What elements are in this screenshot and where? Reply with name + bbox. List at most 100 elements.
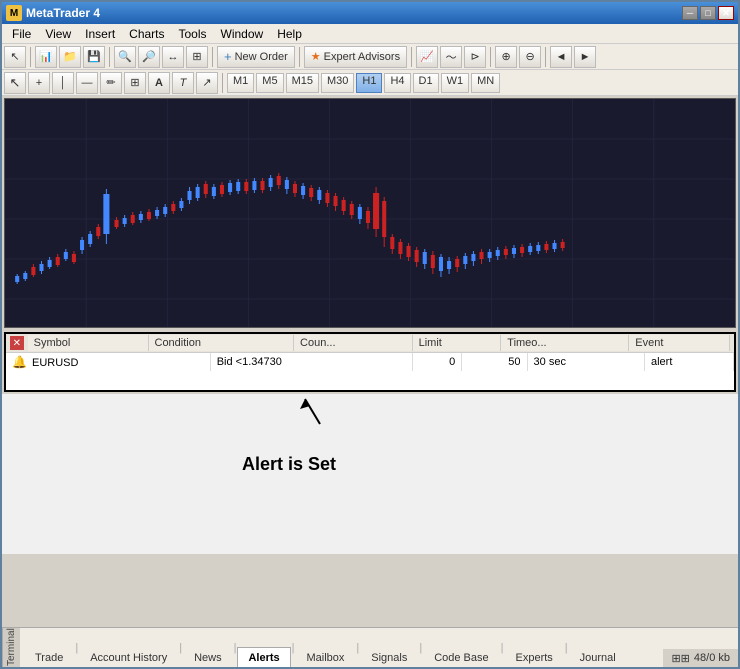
col-timeout: Timeo... (501, 335, 629, 351)
alerts-close-btn[interactable]: ✕ (10, 336, 24, 350)
kb-indicator: ⊞⊞ (671, 652, 689, 665)
tf-m1[interactable]: M1 (227, 73, 254, 93)
expert-advisors-label: Expert Advisors (324, 51, 400, 63)
title-bar-controls[interactable]: ─ □ ✕ (682, 6, 734, 20)
main-window: M MetaTrader 4 ─ □ ✕ File View Insert Ch… (0, 0, 740, 669)
tab-trade[interactable]: Trade (24, 647, 74, 668)
cell-timeout: 30 sec (527, 353, 644, 371)
tf-w1[interactable]: W1 (441, 73, 470, 93)
arrow-draw-btn[interactable]: ↗ (196, 72, 218, 94)
new-chart-btn[interactable]: 📊 (35, 46, 57, 68)
cell-symbol-value: EURUSD (32, 357, 78, 369)
text-btn[interactable]: A (148, 72, 170, 94)
new-order-label: New Order (235, 51, 288, 63)
tab-account-history[interactable]: Account History (79, 647, 178, 668)
hline-btn[interactable]: — (76, 72, 98, 94)
alerts-panel-header: ✕ Symbol Condition Coun... Limit Timeo..… (6, 334, 734, 353)
menu-insert[interactable]: Insert (79, 25, 121, 43)
toolbar-2: ↖ + │ — ✏ ⊞ A T ↗ M1 M5 M15 M30 H1 H4 D1… (2, 70, 738, 96)
cursor-btn[interactable]: ↖ (4, 72, 26, 94)
annotation-area: Alert is Set (2, 394, 738, 554)
alerts-panel: ✕ Symbol Condition Coun... Limit Timeo..… (4, 332, 736, 392)
status-bar: ⊞⊞ 48/0 kb (663, 649, 738, 667)
table-row[interactable]: 🔔 EURUSD Bid <1.34730 0 50 30 sec alert (6, 353, 734, 371)
col-limit: Limit (412, 335, 501, 351)
alerts-table: Symbol Condition Coun... Limit Timeo... … (28, 335, 730, 351)
tab-code-base[interactable]: Code Base (423, 647, 499, 668)
fwd-btn[interactable]: ► (574, 46, 596, 68)
cell-limit: 50 (462, 353, 527, 371)
menu-help[interactable]: Help (271, 25, 308, 43)
sep7 (545, 47, 546, 67)
close-button[interactable]: ✕ (718, 6, 734, 20)
indicators3-btn[interactable]: ⊳ (464, 46, 486, 68)
col-symbol: Symbol (28, 335, 148, 351)
terminal-label: Terminal (2, 628, 20, 667)
col-event: Event (629, 335, 730, 351)
sep1 (30, 47, 31, 67)
text2-btn[interactable]: T (172, 72, 194, 94)
indicators-btn[interactable]: 📈 (416, 46, 438, 68)
tf-m15[interactable]: M15 (286, 73, 319, 93)
chart-svg (5, 99, 735, 327)
line-btn[interactable]: │ (52, 72, 74, 94)
menu-view[interactable]: View (39, 25, 77, 43)
tf-h4[interactable]: H4 (384, 73, 410, 93)
chart-area[interactable] (4, 98, 736, 328)
crosshair-btn[interactable]: + (28, 72, 50, 94)
period-sep-btn[interactable]: ⊞ (186, 46, 208, 68)
zoom-out-btn[interactable]: 🔎 (138, 46, 160, 68)
tab-experts[interactable]: Experts (505, 647, 564, 668)
tab-alerts[interactable]: Alerts (237, 647, 290, 668)
col-condition: Condition (148, 335, 294, 351)
app-logo: M (6, 5, 22, 21)
back-btn[interactable]: ◄ (550, 46, 572, 68)
tf-d1[interactable]: D1 (413, 73, 439, 93)
tf-m30[interactable]: M30 (321, 73, 354, 93)
menu-window[interactable]: Window (215, 25, 270, 43)
minimize-button[interactable]: ─ (682, 6, 698, 20)
new-order-icon: + (224, 49, 232, 64)
indicators2-btn[interactable]: 〜 (440, 46, 462, 68)
menu-file[interactable]: File (6, 25, 37, 43)
title-bar-left: M MetaTrader 4 (6, 5, 100, 21)
tf-mn[interactable]: MN (471, 73, 500, 93)
save-btn[interactable]: 💾 (83, 46, 105, 68)
sep3 (212, 47, 213, 67)
maximize-button[interactable]: □ (700, 6, 716, 20)
open-btn[interactable]: 📁 (59, 46, 81, 68)
sep8 (222, 73, 223, 93)
tf-h1[interactable]: H1 (356, 73, 382, 93)
tab-journal[interactable]: Journal (569, 647, 627, 668)
alerts-header-row: Symbol Condition Coun... Limit Timeo... … (28, 335, 730, 351)
cell-event: alert (645, 353, 734, 371)
arrow-tool-btn[interactable]: ↖ (4, 46, 26, 68)
zoom-minus-btn[interactable]: ⊖ (519, 46, 541, 68)
draw-btn[interactable]: ✏ (100, 72, 122, 94)
cell-symbol: 🔔 EURUSD (6, 353, 210, 371)
auto-scroll-btn[interactable]: ↔ (162, 46, 184, 68)
text-draw-btn[interactable]: ⊞ (124, 72, 146, 94)
expert-advisors-btn[interactable]: ★ Expert Advisors (304, 46, 407, 68)
arrow-svg (2, 394, 738, 554)
tf-m5[interactable]: M5 (256, 73, 283, 93)
tab-signals[interactable]: Signals (360, 647, 418, 668)
menu-tools[interactable]: Tools (173, 25, 213, 43)
status-info: 48/0 kb (694, 652, 730, 664)
menu-bar: File View Insert Charts Tools Window Hel… (2, 24, 738, 44)
bell-icon: 🔔 (12, 355, 27, 369)
alert-is-set-label: Alert is Set (242, 454, 336, 475)
title-bar: M MetaTrader 4 ─ □ ✕ (2, 2, 738, 24)
tab-mailbox[interactable]: Mailbox (296, 647, 356, 668)
tab-news[interactable]: News (183, 647, 233, 668)
sep4 (299, 47, 300, 67)
alerts-data-table: 🔔 EURUSD Bid <1.34730 0 50 30 sec alert (6, 353, 734, 371)
window-title: MetaTrader 4 (26, 6, 100, 20)
zoom-in-btn[interactable]: 🔍 (114, 46, 136, 68)
toolbar-1: ↖ 📊 📁 💾 🔍 🔎 ↔ ⊞ + New Order ★ Expert Adv… (2, 44, 738, 70)
ea-icon: ★ (311, 50, 321, 63)
zoom-plus-btn[interactable]: ⊕ (495, 46, 517, 68)
sep6 (490, 47, 491, 67)
menu-charts[interactable]: Charts (123, 25, 170, 43)
new-order-btn[interactable]: + New Order (217, 46, 295, 68)
